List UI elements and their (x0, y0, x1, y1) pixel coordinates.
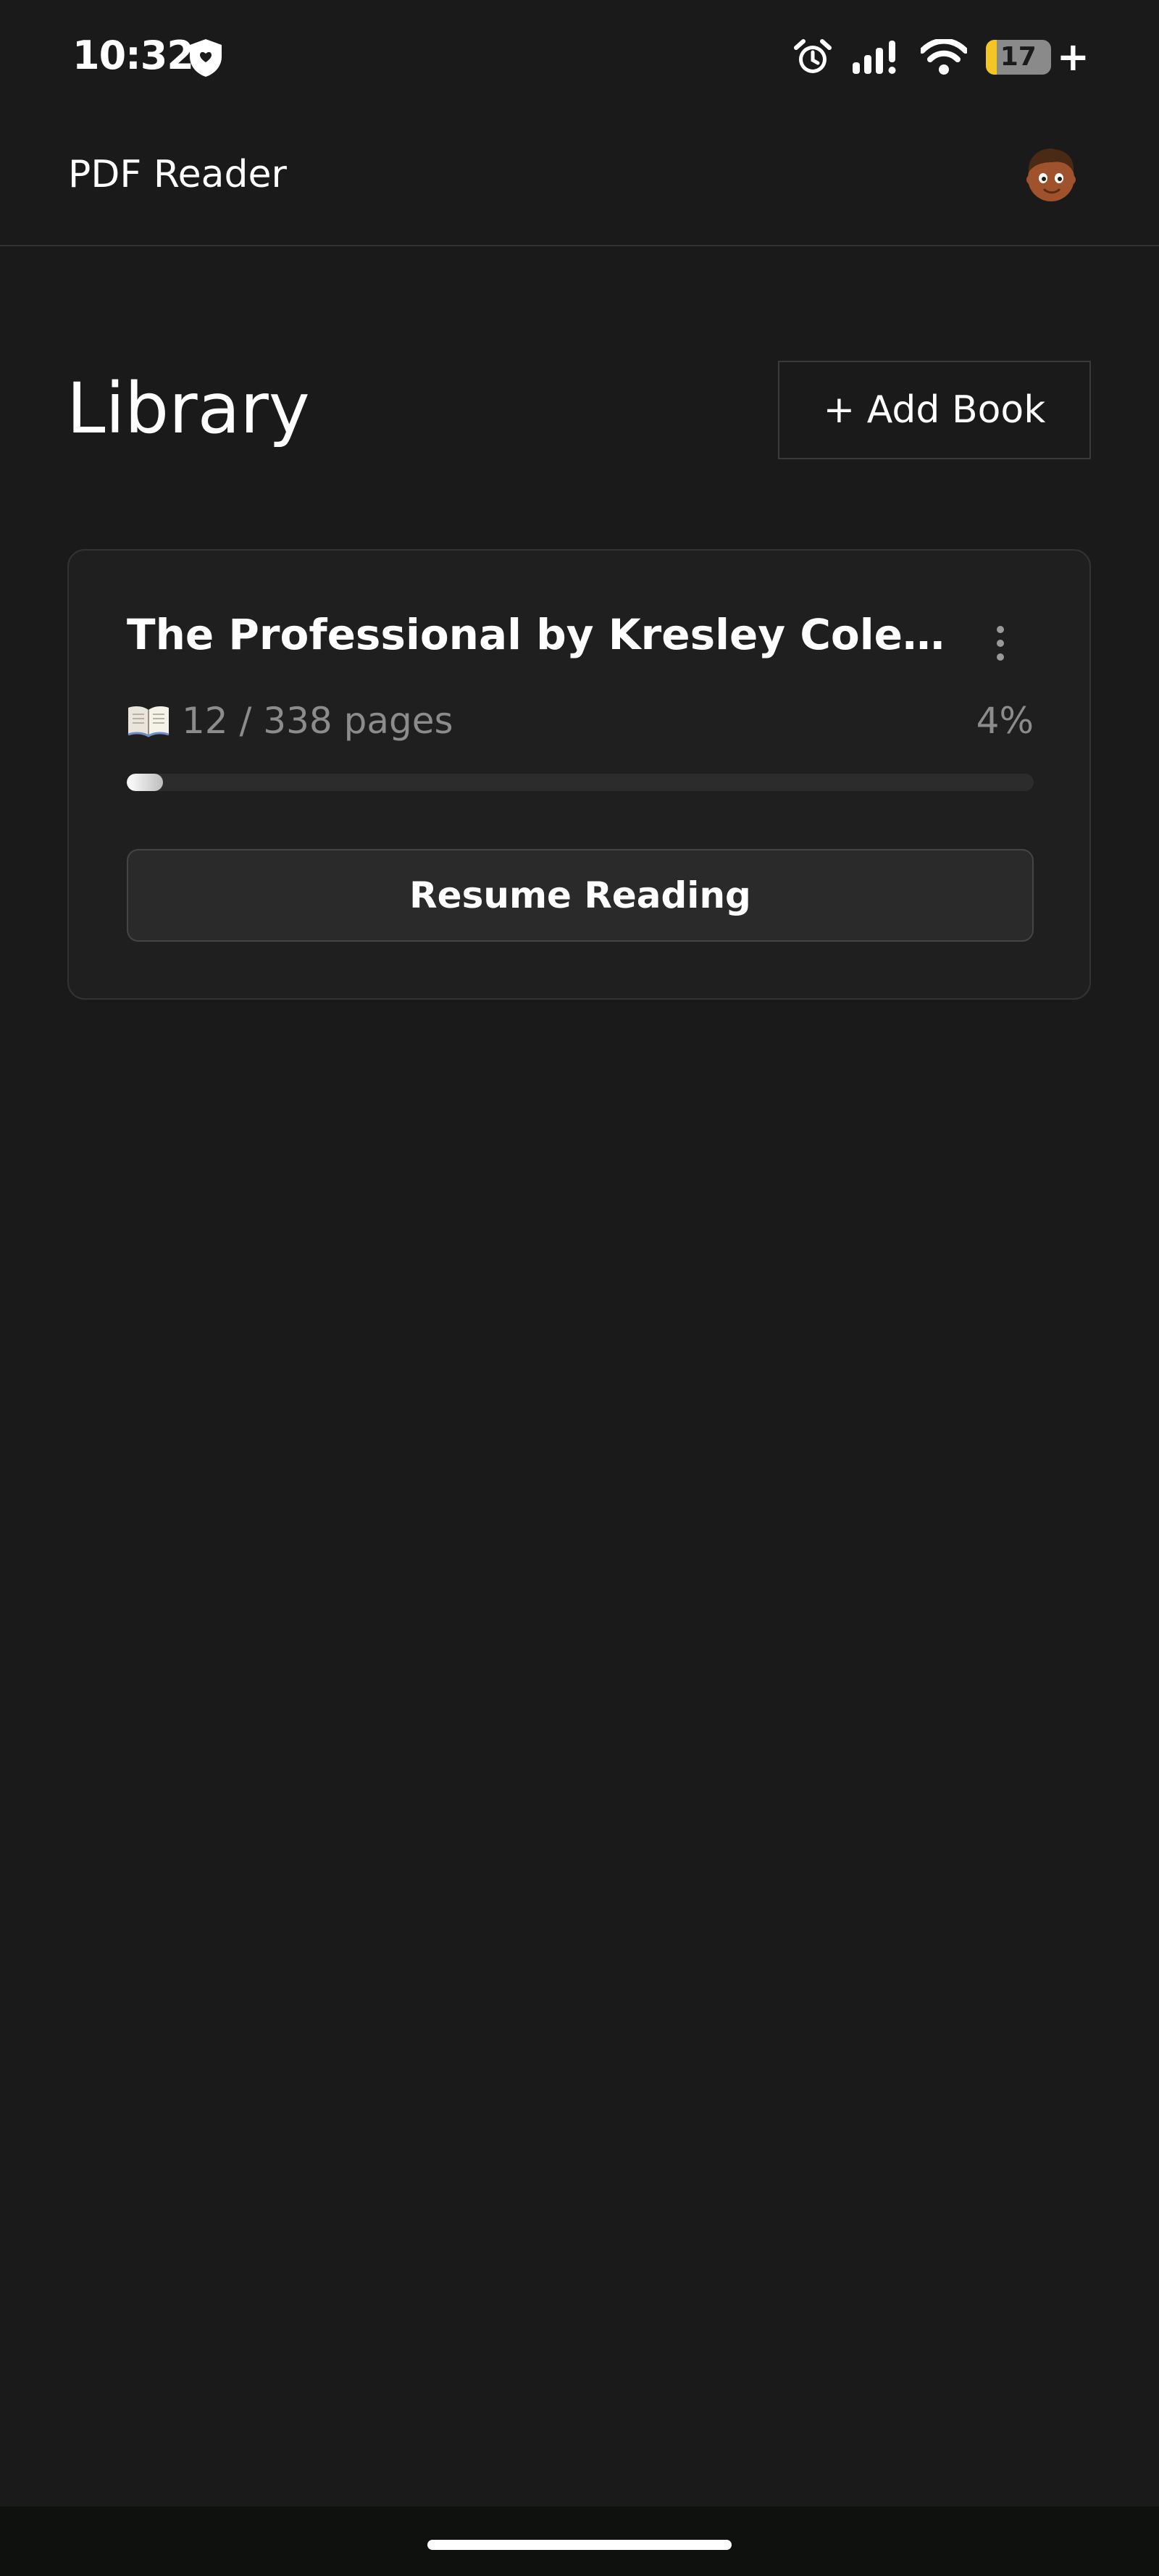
avatar[interactable] (1018, 142, 1084, 207)
more-options-button[interactable] (979, 617, 1022, 669)
battery-icon: 17 (985, 40, 1051, 75)
home-indicator[interactable] (427, 2540, 732, 2550)
more-dot (997, 640, 1004, 647)
app-title: PDF Reader (68, 153, 287, 196)
book-card: The Professional by Kresley Cole Bo... 1… (67, 549, 1091, 1000)
reading-progress-bar (127, 774, 1034, 791)
signal-icon (852, 41, 896, 74)
progress-percent: 4% (976, 700, 1034, 742)
add-book-button[interactable]: + Add Book (778, 361, 1091, 459)
reading-progress-fill (127, 774, 164, 791)
open-book-icon (127, 706, 170, 737)
battery-level: 17 (1000, 42, 1037, 72)
status-time: 10:32 (72, 33, 194, 78)
more-dot (997, 626, 1004, 633)
app-bar: PDF Reader (0, 109, 1159, 246)
pages-count: 12 / 338 pages (182, 700, 453, 742)
battery-fill (985, 40, 997, 75)
navigation-bar (0, 2506, 1159, 2576)
library-title: Library (67, 368, 310, 449)
status-icons: 17 + (793, 33, 1089, 81)
shield-icon (190, 39, 222, 77)
pages-row: 12 / 338 pages 4% (127, 695, 1034, 746)
status-bar: 10:32 17 + (0, 0, 1159, 109)
alarm-icon (793, 39, 832, 73)
more-dot (997, 653, 1004, 661)
resume-reading-button[interactable]: Resume Reading (127, 849, 1034, 942)
book-title[interactable]: The Professional by Kresley Cole Bo... (127, 606, 953, 664)
wifi-icon (920, 39, 967, 75)
charging-plus-icon: + (1056, 34, 1089, 80)
